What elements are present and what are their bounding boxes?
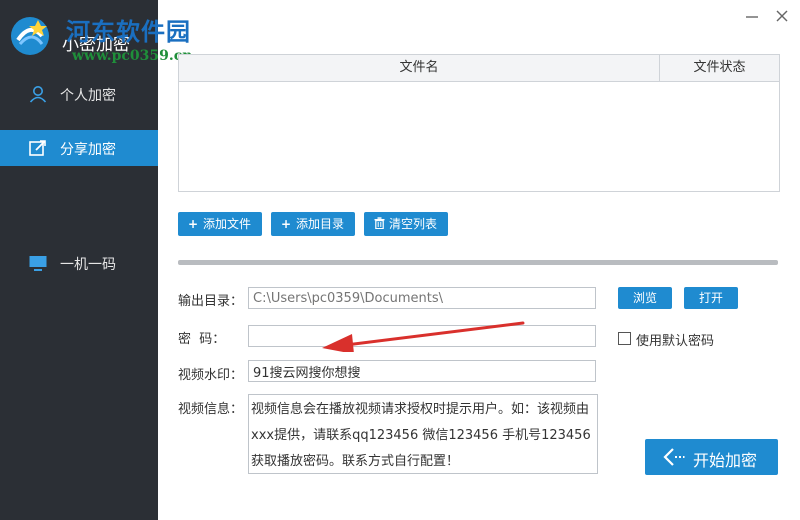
app-logo-icon [11,17,49,55]
clear-list-label: 清空列表 [389,217,438,231]
output-dir-input[interactable] [248,287,596,309]
use-default-password-label[interactable]: 使用默认密码 [636,330,714,349]
watermark-url: www.pc0359.cn [72,48,193,64]
share-edit-icon [29,140,46,156]
column-header-filename[interactable]: 文件名 [179,55,660,81]
table-header: 文件名 文件状态 [179,55,779,82]
app-window: 小密加密 个人加密 分享加密 一机一码 河东软件园 www.pc0359.cn … [0,0,800,520]
back-arrow-icon [663,448,685,466]
sidebar-item-label: 分享加密 [60,142,116,158]
add-directory-button[interactable]: + 添加目录 [271,212,355,236]
close-button[interactable] [772,6,792,26]
sidebar-item-personal-encrypt[interactable]: 个人加密 [0,76,158,112]
add-file-label: 添加文件 [203,217,252,231]
plus-icon: + [280,217,292,231]
minimize-button[interactable] [742,6,762,26]
trash-icon [372,212,386,236]
file-table[interactable]: 文件名 文件状态 [178,54,780,192]
red-arrow-annotation [322,321,525,352]
sidebar-item-share-encrypt[interactable]: 分享加密 [0,130,158,166]
plus-icon: + [187,217,199,231]
clear-list-button[interactable]: 清空列表 [364,212,448,236]
video-watermark-label: 视频水印： [178,368,244,383]
video-info-label: 视频信息： [178,402,244,417]
use-default-password-checkbox[interactable] [618,332,631,345]
output-dir-label: 输出目录： [178,294,244,309]
sidebar-item-machine-code[interactable]: 一机一码 [0,245,158,281]
section-divider [178,260,778,265]
add-directory-label: 添加目录 [296,217,345,231]
monitor-icon [29,256,47,271]
sidebar-item-label: 一机一码 [60,257,116,273]
browse-button[interactable]: 浏览 [618,287,672,309]
video-info-textarea[interactable]: 视频信息会在播放视频请求授权时提示用户。如：该视频由xxx提供，请联系qq123… [248,394,598,474]
start-encrypt-label: 开始加密 [693,451,758,470]
video-watermark-input[interactable] [248,360,596,382]
watermark-title: 河东软件园 [66,18,191,46]
password-label: 密 码： [178,332,226,347]
add-file-button[interactable]: + 添加文件 [178,212,262,236]
start-encrypt-button[interactable]: 开始加密 [645,439,778,475]
sidebar: 小密加密 个人加密 分享加密 一机一码 [0,0,158,520]
user-icon [29,86,47,103]
open-button[interactable]: 打开 [684,287,738,309]
sidebar-item-label: 个人加密 [60,88,116,104]
column-header-status[interactable]: 文件状态 [660,55,779,81]
